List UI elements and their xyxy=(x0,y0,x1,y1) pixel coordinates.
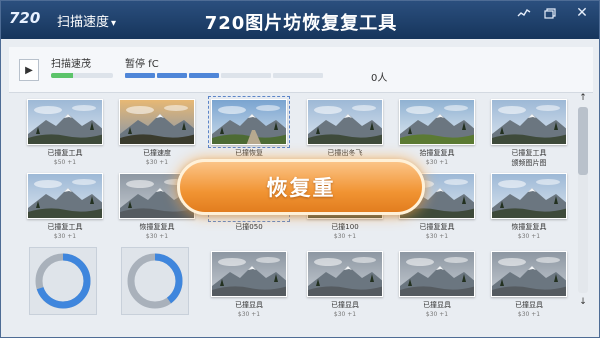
scroll-down-icon[interactable]: ↓ xyxy=(575,297,591,307)
thumbnail-image[interactable] xyxy=(27,99,103,145)
thumbnail-subtext: $50 +1 xyxy=(53,159,77,166)
thumbnail-grid: 已撞复工具$50 +1已撞速度$30 +1已撞恢复$50 +0已撞出冬飞$50 … xyxy=(9,93,575,337)
scroll-up-icon[interactable]: ↑ xyxy=(575,93,591,103)
title-bar: 720 扫描速度 ▾ 720图片坊恢复复工具 ✕ xyxy=(1,1,599,39)
status-segment-bar xyxy=(125,73,323,78)
thumbnail-caption: 已撞显具 xyxy=(331,301,359,309)
thumbnail-subtext: $30 +1 xyxy=(145,233,169,240)
thumbnail-caption: 已撞复工具 xyxy=(47,149,83,157)
thumbnail-caption: 已撞显具 xyxy=(235,301,263,309)
thumbnail-caption: 拾撞复复具 xyxy=(419,149,455,157)
thumbnail-caption: 已撞显具 xyxy=(515,301,543,309)
count-label: 0人 xyxy=(371,73,388,84)
thumbnail-caption: 已撞050 xyxy=(235,223,263,231)
thumbnail-item[interactable]: 拾撞复复具 $30 +1 xyxy=(399,99,479,169)
thumbnail-subtext: $30 +1 xyxy=(333,311,357,318)
app-window: 720 扫描速度 ▾ 720图片坊恢复复工具 ✕ ▶ 扫描速茂 暂停 fC 0人 … xyxy=(0,0,600,338)
status-segment xyxy=(189,73,219,78)
thumbnail-image[interactable] xyxy=(307,251,383,297)
chart-icon[interactable] xyxy=(511,3,537,23)
loading-ring-icon xyxy=(127,253,183,309)
scroll-thumb[interactable] xyxy=(578,107,588,175)
status-segment xyxy=(157,73,187,78)
thumbnail-subtext: $30 +1 xyxy=(425,233,449,240)
thumbnail-subtext: $30 +1 xyxy=(425,311,449,318)
thumbnail-item[interactable]: 已撞显具 $30 +1 xyxy=(211,251,291,321)
thumbnail-image[interactable] xyxy=(491,173,567,219)
thumbnail-caption: 已撞显具 xyxy=(423,301,451,309)
status-segment xyxy=(273,73,323,78)
thumbnail-item[interactable]: 已撞显具 $30 +1 xyxy=(491,251,571,321)
scan-speed-label: 扫描速茂 xyxy=(51,59,91,70)
thumbnail-image[interactable] xyxy=(491,99,567,145)
thumbnail-caption: 已撞复工具 xyxy=(511,149,547,157)
thumbnail-caption: 恢撞复复具 xyxy=(139,223,175,231)
thumbnail-caption-secondary: 颁频图片图 xyxy=(511,159,547,167)
thumbnail-subtext: $30 +1 xyxy=(517,233,541,240)
loading-ring-icon xyxy=(35,253,91,309)
thumbnail-item[interactable]: 已撞复工具 $30 +1 xyxy=(27,173,107,243)
window-restore-icon[interactable] xyxy=(537,3,563,23)
thumbnail-image[interactable] xyxy=(399,251,475,297)
play-icon[interactable]: ▶ xyxy=(19,59,39,81)
thumbnail-subtext: $30 +1 xyxy=(145,159,169,166)
thumbnail-caption: 已撞恢复 xyxy=(235,149,263,157)
thumbnail-caption: 已撞100 xyxy=(331,223,359,231)
thumbnail-image[interactable] xyxy=(119,99,195,145)
thumbnail-item[interactable]: 已撞复工具 $50 +1 xyxy=(27,99,107,169)
thumbnail-item[interactable]: 已撞速度 $30 +1 xyxy=(119,99,199,169)
thumbnail-subtext: $30 +1 xyxy=(333,233,357,240)
toolbar: ▶ 扫描速茂 暂停 fC 0人 xyxy=(9,47,593,93)
scrollbar[interactable]: ↑ ↓ xyxy=(575,93,591,315)
thumbnail-image[interactable] xyxy=(307,99,383,145)
thumbnail-image[interactable] xyxy=(208,96,290,148)
status-segment xyxy=(221,73,271,78)
thumbnail-subtext: $30 +1 xyxy=(53,233,77,240)
thumbnail-caption: 已撞复复具 xyxy=(419,223,455,231)
thumbnail-subtext: $30 +1 xyxy=(517,311,541,318)
status-segment xyxy=(125,73,155,78)
scan-progress-fill xyxy=(51,73,73,78)
thumbnail-item[interactable]: 已撞显具 $30 +1 xyxy=(399,251,479,321)
thumbnail-item[interactable]: 已撞复工具颁频图片图 xyxy=(491,99,571,169)
thumbnail-item[interactable]: 恢撞复复具 $30 +1 xyxy=(491,173,571,243)
status-label: 暂停 fC xyxy=(125,59,159,70)
thumbnail-caption: 恢撞复复具 xyxy=(511,223,547,231)
loading-ring-item xyxy=(29,247,97,315)
loading-ring-item xyxy=(121,247,189,315)
thumbnail-caption: 已撞出冬飞 xyxy=(327,149,363,157)
scan-progress-bar xyxy=(51,73,113,78)
close-icon[interactable]: ✕ xyxy=(565,3,599,23)
thumbnail-image[interactable] xyxy=(399,99,475,145)
thumbnail-image[interactable] xyxy=(27,173,103,219)
thumbnail-subtext: $30 +1 xyxy=(237,311,261,318)
thumbnail-image[interactable] xyxy=(211,251,287,297)
thumbnail-caption: 已撞复工具 xyxy=(47,223,83,231)
restore-button[interactable]: 恢复重 xyxy=(177,159,425,215)
thumbnail-caption: 已撞速度 xyxy=(143,149,171,157)
thumbnail-item[interactable]: 已撞显具 $30 +1 xyxy=(307,251,387,321)
thumbnail-image[interactable] xyxy=(491,251,567,297)
